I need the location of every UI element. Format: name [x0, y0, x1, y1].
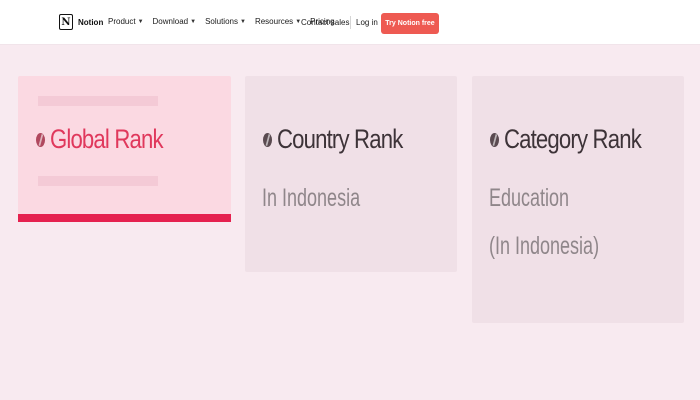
notion-logo[interactable]: N Notion	[59, 14, 103, 30]
nav-item-label: Product	[108, 17, 136, 26]
category-rank-card: Category Rank Education (In Indonesia)	[472, 76, 684, 323]
nav-item-resources[interactable]: Resources ▼	[255, 17, 301, 26]
placeholder-line	[38, 176, 158, 186]
global-rank-title: Global Rank	[49, 124, 164, 154]
country-rank-subtitle: In Indonesia	[262, 184, 361, 212]
chevron-down-icon: ▼	[190, 18, 197, 25]
card-title: Category Rank	[490, 124, 642, 155]
login-link[interactable]: Log in	[356, 18, 378, 27]
nav-item-solutions[interactable]: Solutions ▼	[205, 17, 246, 26]
top-navbar: N Notion Product ▼ Download ▼ Solutions …	[0, 0, 700, 45]
global-rank-card: Global Rank	[18, 76, 231, 222]
coffee-bean-icon	[36, 132, 46, 147]
nav-item-download[interactable]: Download ▼	[153, 17, 197, 26]
category-region: (In Indonesia)	[489, 232, 600, 260]
card-title: Global Rank	[36, 124, 164, 155]
country-rank-card: Country Rank In Indonesia	[245, 76, 457, 272]
category-name: Education	[489, 184, 570, 212]
nav-item-label: Solutions	[205, 17, 238, 26]
nav-item-label: Resources	[254, 17, 294, 26]
coffee-bean-icon	[490, 132, 500, 147]
contact-sales-link[interactable]: Contact sales	[301, 18, 349, 27]
coffee-bean-icon	[263, 132, 273, 147]
nav-item-label: Download	[152, 17, 189, 26]
nav-divider	[350, 16, 351, 29]
nav-item-product[interactable]: Product ▼	[108, 17, 144, 26]
chevron-down-icon: ▼	[239, 18, 246, 25]
notion-logo-icon: N	[59, 14, 73, 30]
chevron-down-icon: ▼	[137, 18, 144, 25]
card-title: Country Rank	[263, 124, 403, 155]
global-rank-accent-bar	[18, 214, 231, 222]
category-rank-title: Category Rank	[503, 124, 642, 154]
placeholder-line	[38, 96, 158, 106]
try-notion-free-button[interactable]: Try Notion free	[381, 13, 439, 34]
brand-name: Notion	[78, 17, 104, 27]
country-rank-title: Country Rank	[276, 124, 403, 154]
